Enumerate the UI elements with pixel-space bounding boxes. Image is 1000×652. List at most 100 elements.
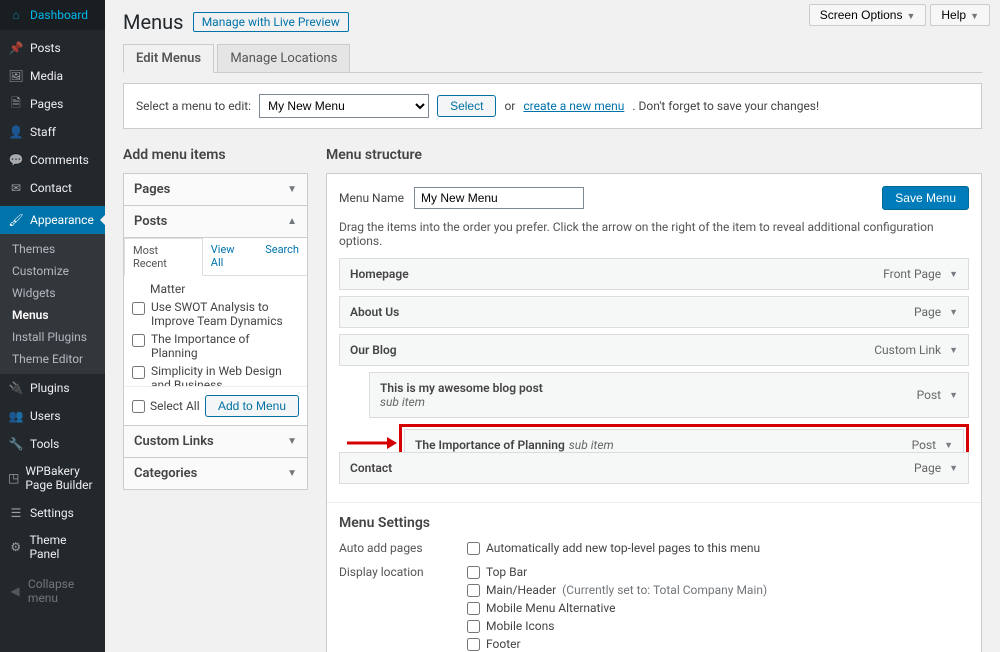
display-location-label: Display location — [339, 565, 467, 652]
auto-add-option[interactable]: Automatically add new top-level pages to… — [467, 541, 760, 555]
sidebar-item-plugins[interactable]: 🔌Plugins — [0, 374, 105, 402]
create-new-menu-link[interactable]: create a new menu — [523, 99, 624, 113]
post-label: Simplicity in Web Design and Business — [151, 364, 299, 386]
accordion-categories[interactable]: Categories▼ — [124, 457, 307, 489]
menu-name-input[interactable] — [414, 187, 584, 209]
chevron-down-icon[interactable]: ▼ — [949, 269, 958, 280]
save-menu-button-top[interactable]: Save Menu — [882, 186, 969, 210]
tab-most-recent[interactable]: Most Recent — [124, 238, 203, 276]
menu-item-title: About Us — [350, 305, 399, 319]
post-checkbox[interactable] — [132, 366, 145, 379]
location-option[interactable]: Mobile Icons — [467, 619, 767, 633]
sidebar-collapse[interactable]: ◀Collapse menu — [0, 571, 105, 611]
page-title: Menus — [123, 10, 183, 34]
post-checkbox-row: The Importance of Planning — [132, 330, 299, 362]
menu-item-sub[interactable]: This is my awesome blog postsub item Pos… — [369, 372, 969, 418]
auto-add-checkbox[interactable] — [467, 542, 480, 555]
tab-manage-locations[interactable]: Manage Locations — [217, 44, 350, 72]
sidebar-item-users[interactable]: 👥Users — [0, 402, 105, 430]
sidebar-item-pages[interactable]: 🗎Pages — [0, 90, 105, 118]
select-all-checkbox[interactable] — [132, 400, 145, 413]
sidebar-item-comments[interactable]: 💬Comments — [0, 146, 105, 174]
arrow-icon — [347, 433, 397, 453]
post-checkbox-row: Use SWOT Analysis to Improve Team Dynami… — [132, 298, 299, 330]
tab-search[interactable]: Search — [257, 238, 307, 275]
accordion-custom-links[interactable]: Custom Links▼ — [124, 425, 307, 457]
sidebar-item-wpbakery[interactable]: ◳WPBakery Page Builder — [0, 458, 105, 499]
location-option[interactable]: Mobile Menu Alternative — [467, 601, 767, 615]
sidebar-item-media[interactable]: 🖼Media — [0, 62, 105, 90]
accordion-footer: Select All Add to Menu — [124, 386, 307, 425]
sidebar-sub-theme-editor[interactable]: Theme Editor — [0, 348, 105, 370]
location-option[interactable]: Top Bar — [467, 565, 767, 579]
sidebar-sub-menus[interactable]: Menus — [0, 304, 105, 326]
location-checkbox[interactable] — [467, 638, 480, 651]
sidebar-item-settings[interactable]: ☰ Settings — [0, 499, 105, 527]
sidebar-item-dashboard[interactable]: ⌂ Dashboard — [0, 0, 105, 30]
menu-item[interactable]: Contact Page▼ — [339, 452, 969, 484]
post-label: Use SWOT Analysis to Improve Team Dynami… — [151, 300, 299, 328]
sidebar-submenu-appearance: Themes Customize Widgets Menus Install P… — [0, 234, 105, 374]
menu-settings-heading: Menu Settings — [339, 515, 969, 531]
sidebar-item-label: Appearance — [30, 213, 94, 227]
menu-select[interactable]: My New Menu — [259, 94, 429, 118]
sidebar-sub-customize[interactable]: Customize — [0, 260, 105, 282]
live-preview-button[interactable]: Manage with Live Preview — [193, 12, 349, 32]
sidebar-sub-widgets[interactable]: Widgets — [0, 282, 105, 304]
menu-item[interactable]: Our Blog Custom Link▼ — [339, 334, 969, 366]
chevron-up-icon: ▲ — [287, 216, 297, 227]
sidebar-item-contact[interactable]: ✉Contact — [0, 174, 105, 202]
location-option[interactable]: Main/Header (Currently set to: Total Com… — [467, 583, 767, 597]
sidebar-item-label: Plugins — [30, 381, 70, 395]
menu-items-list[interactable]: Homepage Front Page ▼ About Us Page ▼ Our … — [339, 258, 969, 484]
sidebar-sub-themes[interactable]: Themes — [0, 238, 105, 260]
chevron-down-icon[interactable]: ▼ — [949, 307, 958, 318]
select-all-label[interactable]: Select All — [132, 399, 200, 413]
sidebar-item-label: Dashboard — [30, 8, 88, 22]
add-to-menu-button[interactable]: Add to Menu — [205, 395, 299, 417]
tab-edit-menus[interactable]: Edit Menus — [123, 44, 214, 73]
chevron-down-icon[interactable]: ▼ — [949, 345, 958, 356]
sidebar-item-label: Settings — [30, 506, 74, 520]
location-checkbox[interactable] — [467, 566, 480, 579]
sidebar-sub-install-plugins[interactable]: Install Plugins — [0, 326, 105, 348]
collapse-icon: ◀ — [8, 583, 22, 599]
menu-item-title: Homepage — [350, 267, 409, 281]
accordion-pages[interactable]: Pages▼ — [124, 174, 307, 205]
menu-item-type: Page — [914, 305, 941, 319]
media-icon: 🖼 — [8, 68, 24, 84]
location-checkbox[interactable] — [467, 602, 480, 615]
menu-item[interactable]: Homepage Front Page ▼ — [339, 258, 969, 290]
location-hint: (Currently set to: Total Company Main) — [562, 583, 767, 597]
chevron-down-icon[interactable]: ▼ — [949, 463, 958, 474]
tab-view-all[interactable]: View All — [203, 238, 257, 275]
accordion-posts[interactable]: Posts▲ — [124, 205, 307, 237]
location-checkbox[interactable] — [467, 620, 480, 633]
tools-icon: 🔧 — [8, 436, 24, 452]
or-text: or — [504, 99, 515, 113]
sidebar-item-label: Pages — [30, 97, 63, 111]
chevron-down-icon[interactable]: ▼ — [949, 390, 958, 401]
post-checkbox[interactable] — [132, 334, 145, 347]
location-checkbox[interactable] — [467, 584, 480, 597]
gear-icon: ⚙ — [8, 539, 23, 555]
sidebar-item-appearance[interactable]: 🖌Appearance — [0, 206, 105, 234]
dashboard-icon: ⌂ — [8, 7, 24, 23]
sidebar-item-label: WPBakery Page Builder — [25, 464, 97, 493]
sidebar-item-posts[interactable]: 📌Posts — [0, 34, 105, 62]
select-button[interactable]: Select — [437, 95, 496, 117]
posts-checklist[interactable]: Matter Use SWOT Analysis to Improve Team… — [124, 276, 307, 386]
post-checkbox[interactable] — [132, 302, 145, 315]
chevron-down-icon[interactable]: ▼ — [944, 440, 953, 451]
menu-item[interactable]: About Us Page ▼ — [339, 296, 969, 328]
sidebar-item-label: Staff — [30, 125, 56, 139]
location-option[interactable]: Footer — [467, 637, 767, 651]
sidebar-item-theme-panel[interactable]: ⚙Theme Panel — [0, 527, 105, 567]
chevron-down-icon: ▼ — [287, 184, 297, 195]
add-menu-items-heading: Add menu items — [123, 147, 308, 163]
location-text: Footer — [486, 637, 521, 651]
sidebar-item-tools[interactable]: 🔧Tools — [0, 430, 105, 458]
settings-icon: ☰ — [8, 505, 24, 521]
menu-item-type: Front Page — [883, 267, 941, 281]
sidebar-item-staff[interactable]: 👤Staff — [0, 118, 105, 146]
